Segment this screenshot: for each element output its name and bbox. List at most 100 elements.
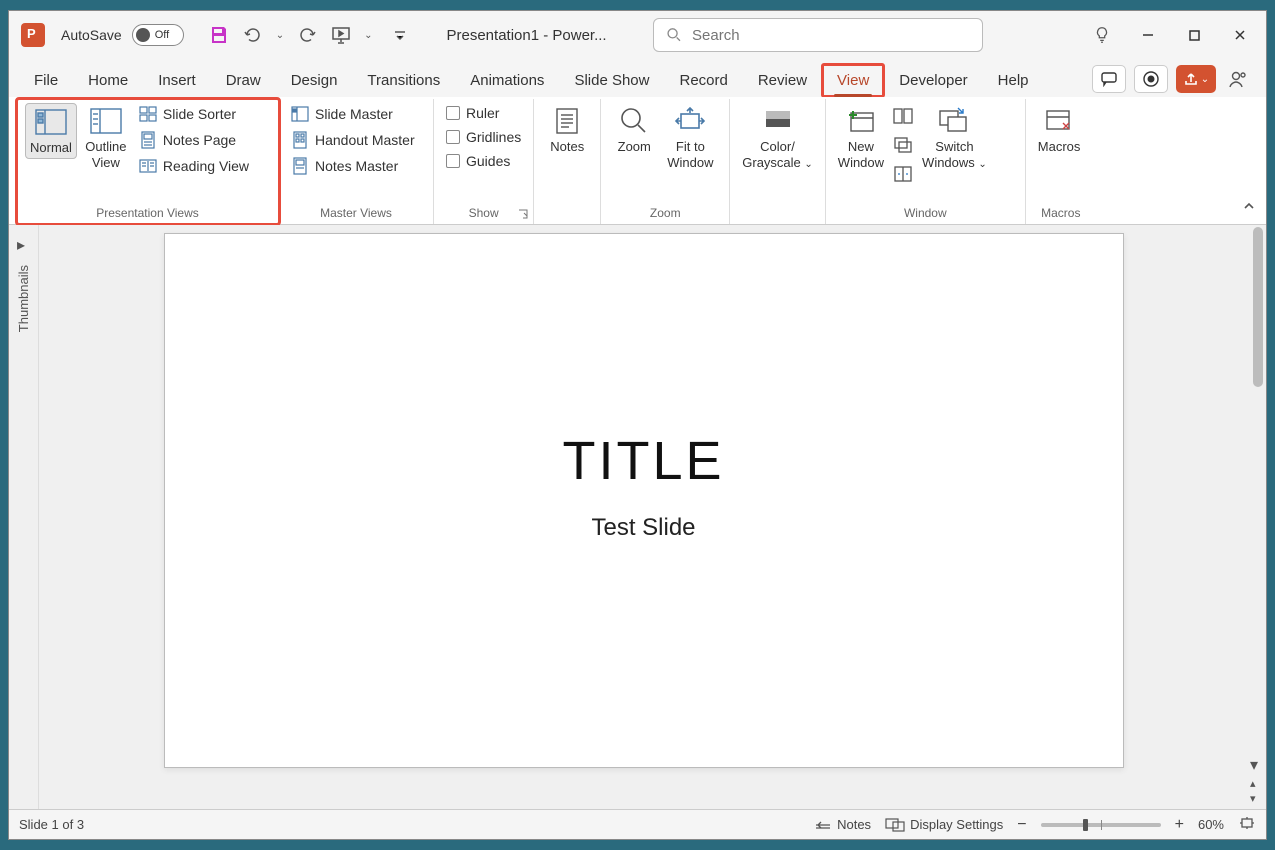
- group-notes: Notes: [534, 99, 600, 224]
- search-input[interactable]: [692, 27, 970, 44]
- group-label-show: Show: [442, 206, 525, 224]
- slide-subtitle[interactable]: Test Slide: [591, 514, 695, 542]
- thumbnails-pane-collapsed[interactable]: ▸ Thumbnails: [9, 225, 39, 809]
- powerpoint-icon: [21, 23, 45, 47]
- handout-master-icon: [291, 131, 309, 149]
- next-slide-icon[interactable]: ▾: [1250, 792, 1258, 805]
- group-show: Ruler Gridlines Guides Show: [434, 99, 534, 224]
- display-settings-icon: [885, 818, 905, 832]
- checkbox-icon: [446, 130, 460, 144]
- zoom-slider-thumb[interactable]: [1083, 819, 1088, 831]
- account-icon[interactable]: [1224, 65, 1252, 93]
- tab-help[interactable]: Help: [983, 64, 1044, 97]
- tab-view[interactable]: View: [822, 64, 884, 97]
- reading-view-icon: [139, 157, 157, 175]
- powerpoint-window: AutoSave Off ⌄ ⌄ Presentation1 - Pow: [8, 10, 1267, 840]
- group-label-master-views: Master Views: [287, 206, 425, 224]
- tab-home[interactable]: Home: [73, 64, 143, 97]
- outline-view-button[interactable]: Outline View: [81, 103, 131, 174]
- macros-icon: [1042, 105, 1076, 137]
- color-grayscale-button[interactable]: Color/ Grayscale ⌄: [738, 103, 817, 174]
- tab-insert[interactable]: Insert: [143, 64, 211, 97]
- zoom-out-button[interactable]: −: [1017, 816, 1026, 834]
- switch-windows-button[interactable]: Switch Windows ⌄: [918, 103, 991, 174]
- workspace: ▸ Thumbnails TITLE Test Slide ▾ ▴ ▾: [9, 225, 1266, 809]
- slide-counter[interactable]: Slide 1 of 3: [19, 817, 84, 832]
- share-button[interactable]: ⌄: [1176, 65, 1216, 93]
- tab-review[interactable]: Review: [743, 64, 822, 97]
- tab-file[interactable]: File: [19, 64, 73, 97]
- save-icon[interactable]: [208, 24, 230, 46]
- zoom-slider[interactable]: [1041, 823, 1161, 827]
- zoom-percentage[interactable]: 60%: [1198, 817, 1224, 832]
- lightbulb-icon[interactable]: [1082, 19, 1122, 51]
- slide-sorter-button[interactable]: Slide Sorter: [135, 104, 253, 124]
- minimize-button[interactable]: [1128, 19, 1168, 51]
- arrange-all-icon[interactable]: [892, 105, 914, 127]
- camera-record-button[interactable]: [1134, 65, 1168, 93]
- present-from-start-icon[interactable]: [330, 24, 352, 46]
- qat-overflow-icon[interactable]: [389, 24, 411, 46]
- tab-transitions[interactable]: Transitions: [352, 64, 455, 97]
- reading-view-button[interactable]: Reading View: [135, 156, 253, 176]
- normal-view-icon: [34, 106, 68, 138]
- group-label-window: Window: [834, 206, 1017, 224]
- notes-master-button[interactable]: Notes Master: [287, 156, 419, 176]
- maximize-button[interactable]: [1174, 19, 1214, 51]
- tab-record[interactable]: Record: [664, 64, 742, 97]
- gridlines-checkbox[interactable]: Gridlines: [442, 128, 525, 146]
- dialog-launcher-icon[interactable]: [517, 208, 529, 220]
- group-presentation-views: Normal Outline View Slide Sorter Notes P…: [17, 99, 279, 224]
- ruler-checkbox[interactable]: Ruler: [442, 104, 525, 122]
- fit-to-window-button[interactable]: Fit to Window: [663, 103, 717, 174]
- slide-canvas-area[interactable]: TITLE Test Slide: [39, 225, 1248, 809]
- close-button[interactable]: [1220, 19, 1260, 51]
- tab-draw[interactable]: Draw: [211, 64, 276, 97]
- checkbox-icon: [446, 106, 460, 120]
- undo-icon[interactable]: [242, 24, 264, 46]
- document-title: Presentation1 - Power...: [447, 27, 607, 44]
- undo-dropdown-icon[interactable]: ⌄: [276, 30, 284, 41]
- redo-icon[interactable]: [296, 24, 318, 46]
- prev-slide-icon[interactable]: ▴: [1250, 777, 1258, 790]
- macros-button[interactable]: Macros: [1034, 103, 1085, 157]
- notes-toggle[interactable]: Notes: [814, 817, 871, 832]
- guides-checkbox[interactable]: Guides: [442, 152, 525, 170]
- group-window: New Window Switch Windows ⌄ Window: [826, 99, 1026, 224]
- comments-button[interactable]: [1092, 65, 1126, 93]
- tab-developer[interactable]: Developer: [884, 64, 982, 97]
- new-window-icon: [844, 105, 878, 137]
- notes-page-button[interactable]: Notes Page: [135, 130, 253, 150]
- group-label-zoom: Zoom: [609, 206, 721, 224]
- zoom-icon: [617, 105, 651, 137]
- autosave-toggle[interactable]: Off: [132, 24, 184, 46]
- autosave-label: AutoSave: [61, 27, 122, 43]
- color-grayscale-icon: [761, 105, 795, 137]
- normal-view-button[interactable]: Normal: [25, 103, 77, 159]
- tab-slide-show[interactable]: Slide Show: [559, 64, 664, 97]
- move-split-icon[interactable]: [892, 163, 914, 185]
- tab-animations[interactable]: Animations: [455, 64, 559, 97]
- checkbox-icon: [446, 154, 460, 168]
- search-box[interactable]: [653, 18, 983, 52]
- scrollbar-thumb[interactable]: [1253, 227, 1263, 387]
- notes-button[interactable]: Notes: [542, 103, 592, 157]
- handout-master-button[interactable]: Handout Master: [287, 130, 419, 150]
- slide-master-button[interactable]: Slide Master: [287, 104, 419, 124]
- slide-title[interactable]: TITLE: [562, 430, 724, 492]
- slide[interactable]: TITLE Test Slide: [164, 233, 1124, 768]
- cascade-icon[interactable]: [892, 134, 914, 156]
- zoom-in-button[interactable]: +: [1175, 816, 1184, 834]
- zoom-button[interactable]: Zoom: [609, 103, 659, 157]
- search-icon: [666, 26, 682, 44]
- tab-design[interactable]: Design: [276, 64, 353, 97]
- scroll-down-icon[interactable]: ▾: [1250, 755, 1258, 775]
- slide-master-icon: [291, 105, 309, 123]
- new-window-button[interactable]: New Window: [834, 103, 888, 174]
- vertical-scrollbar[interactable]: ▾ ▴ ▾: [1248, 225, 1266, 809]
- qat-customize-icon[interactable]: ⌄: [364, 30, 372, 41]
- expand-thumbnails-icon[interactable]: ▸: [17, 235, 25, 255]
- display-settings-button[interactable]: Display Settings: [885, 817, 1003, 832]
- collapse-ribbon-icon[interactable]: [1242, 199, 1256, 218]
- fit-to-window-status-icon[interactable]: [1238, 815, 1256, 834]
